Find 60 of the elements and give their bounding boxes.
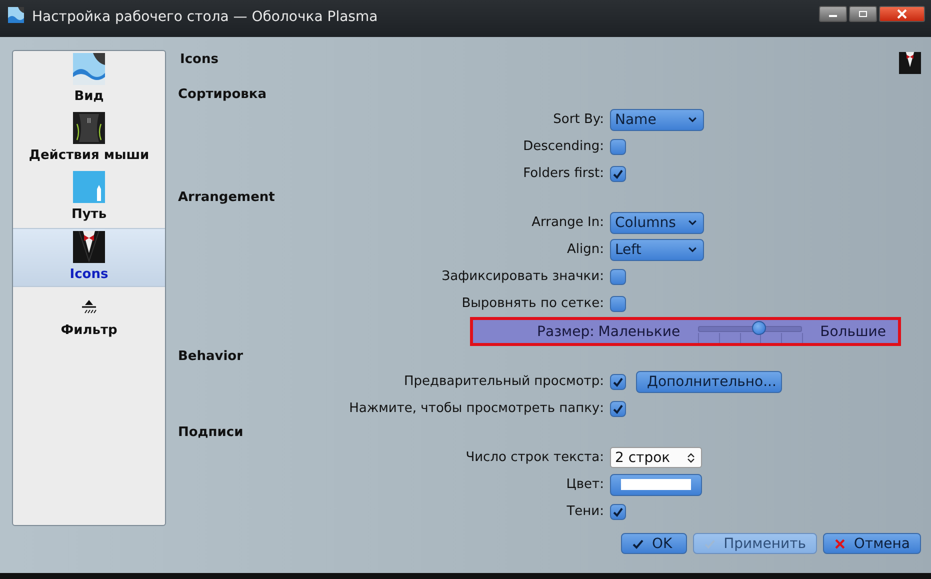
slider-max-label: Большие <box>820 324 886 340</box>
field-label: Arrange In: <box>530 215 604 230</box>
checkbox[interactable] <box>610 400 626 416</box>
field-label: Размер: <box>537 324 594 340</box>
field-label: Выровнять по сетке: <box>460 296 604 311</box>
spin-arrows-icon <box>687 452 695 464</box>
caret-icon <box>688 116 697 123</box>
section-heading: Подписи <box>178 424 244 442</box>
mouse-icon <box>73 112 105 144</box>
caret-icon <box>688 219 697 226</box>
cross-icon <box>834 538 846 550</box>
sidebar-item[interactable]: Фильтр <box>13 287 165 346</box>
section-heading: Сортировка <box>178 86 268 104</box>
field-label: Descending: <box>522 139 604 154</box>
dialog-button[interactable]: Отмена <box>823 533 921 554</box>
minimize-button[interactable] <box>819 6 847 22</box>
tuxedo-icon <box>899 52 921 74</box>
caret-icon <box>688 246 697 253</box>
close-icon <box>896 9 908 19</box>
field-label: Предварительный просмотр: <box>402 374 604 389</box>
section-heading: Behavior <box>178 348 244 366</box>
sidebar-item[interactable]: Вид <box>13 51 165 110</box>
field-label: Sort By: <box>552 112 604 127</box>
dropdown[interactable]: Name <box>610 108 704 130</box>
maximize-button[interactable] <box>849 6 877 22</box>
field-label: Folders first: <box>522 166 604 181</box>
window-title: Настройка рабочего стола — Оболочка Plasma <box>32 8 379 24</box>
field-label: Цвет: <box>565 477 604 492</box>
sidebar-item[interactable]: Путь <box>13 169 165 228</box>
sidebar-item[interactable]: Действия мыши <box>13 110 165 169</box>
app-icon <box>8 6 24 22</box>
tuxedo-icon <box>73 231 105 263</box>
field-label: Число строк текста: <box>464 450 604 465</box>
checkbox[interactable] <box>610 138 626 154</box>
field-label: Нажмите, чтобы просмотреть папку: <box>348 401 604 416</box>
sidebar-item[interactable]: Icons <box>13 228 165 287</box>
size-slider[interactable] <box>698 320 802 344</box>
checkbox[interactable] <box>610 166 626 182</box>
checkbox[interactable] <box>610 504 626 520</box>
dropdown[interactable]: Columns <box>610 212 704 234</box>
field-label: Зафиксировать значки: <box>440 269 604 284</box>
maximize-icon <box>858 9 868 19</box>
slider-min-label: Маленькие <box>598 324 680 340</box>
close-button[interactable] <box>879 6 925 22</box>
field-label: Align: <box>566 242 604 257</box>
dialog-button[interactable]: OK <box>621 533 687 554</box>
wave-icon <box>73 53 105 85</box>
color-button[interactable] <box>610 474 702 496</box>
checkbox[interactable] <box>610 268 626 284</box>
page-title: Icons <box>179 52 218 66</box>
dropdown[interactable]: Left <box>610 238 704 260</box>
more-button[interactable]: Дополнительно... <box>636 370 782 392</box>
checkbox[interactable] <box>610 296 626 312</box>
checkbox[interactable] <box>610 374 626 390</box>
folder-icon <box>73 171 105 203</box>
section-heading: Arrangement <box>178 189 276 207</box>
spin-box[interactable]: 2 строк <box>610 447 702 468</box>
check-icon <box>632 538 644 550</box>
field-label: Тени: <box>566 504 604 519</box>
check-icon <box>704 538 716 550</box>
